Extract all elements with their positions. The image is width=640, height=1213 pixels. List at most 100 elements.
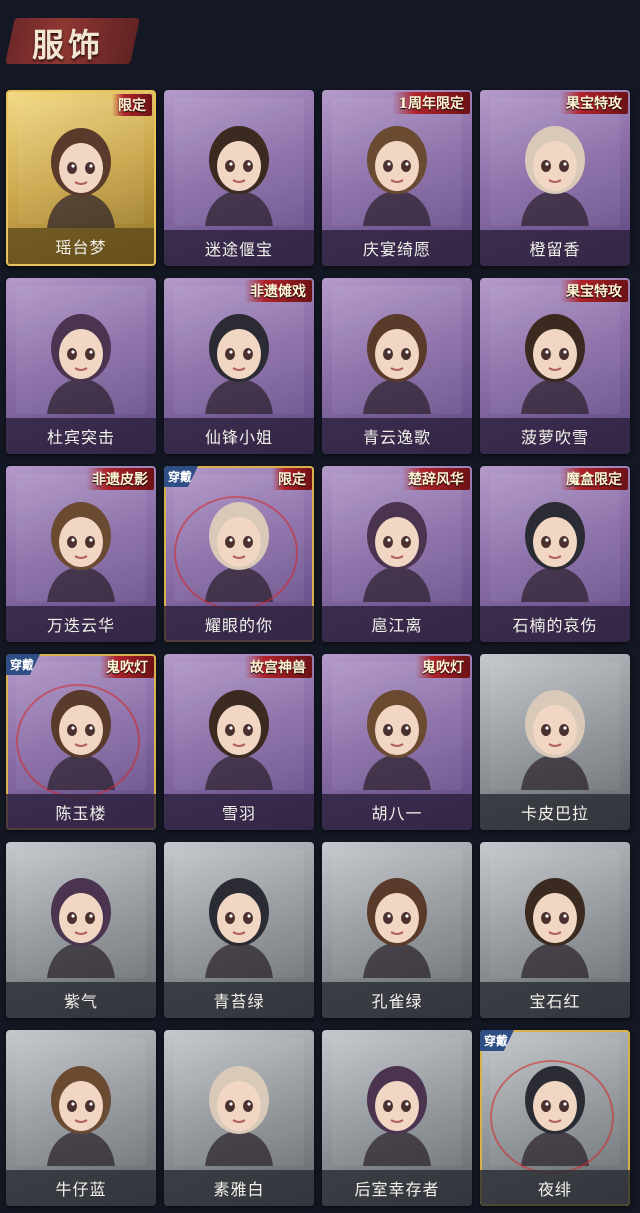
costume-card[interactable]: 魔盒限定石楠的哀伤 [480,466,630,642]
costume-card[interactable]: 牛仔蓝 [6,1030,156,1206]
costume-label-bar: 后室幸存者 [322,1170,472,1206]
costume-label-bar: 宝石红 [480,982,630,1018]
costume-name: 青苔绿 [213,992,265,1011]
costume-name: 仙锋小姐 [204,428,273,447]
costume-label-bar: 万迭云华 [6,606,156,642]
costume-name: 耀眼的你 [204,616,273,635]
character-portrait [521,878,589,978]
costume-name: 石楠的哀伤 [512,616,598,635]
costume-card[interactable]: 后室幸存者 [322,1030,472,1206]
costume-name: 杜宾突击 [46,428,115,447]
costume-label-bar: 仙锋小姐 [164,418,314,454]
costume-label-bar: 青云逸歌 [322,418,472,454]
costume-label-bar: 夜绯 [480,1170,630,1206]
page-title: 服饰 [32,26,105,64]
character-portrait [205,878,273,978]
costume-card[interactable]: 青苔绿 [164,842,314,1018]
costume-name: 牛仔蓝 [55,1180,107,1199]
worn-highlight-ring [490,1060,614,1174]
costume-name: 菠萝吹雪 [520,428,589,447]
worn-highlight-ring [16,684,140,798]
costume-label-bar: 耀眼的你 [164,606,314,642]
costume-name: 橙留香 [529,240,581,259]
character-portrait [521,502,589,602]
character-portrait [521,690,589,790]
costume-name: 夜绯 [537,1180,572,1199]
costume-card[interactable]: 素雅白 [164,1030,314,1206]
costume-card[interactable]: 果宝特攻菠萝吹雪 [480,278,630,454]
costume-name: 素雅白 [213,1180,265,1199]
costume-label-bar: 孔雀绿 [322,982,472,1018]
costume-label-bar: 胡八一 [322,794,472,830]
costume-card[interactable]: 紫气 [6,842,156,1018]
costume-badge: 鬼吹灯 [416,656,470,678]
costume-name: 万迭云华 [46,616,115,635]
character-portrait [205,314,273,414]
costume-card[interactable]: 孔雀绿 [322,842,472,1018]
costume-card[interactable]: 故宫神兽雪羽 [164,654,314,830]
costume-name: 庆宴绮愿 [362,240,431,259]
costume-label-bar: 杜宾突击 [6,418,156,454]
costume-card[interactable]: 果宝特攻橙留香 [480,90,630,266]
costume-card[interactable]: 杜宾突击 [6,278,156,454]
costume-name: 紫气 [63,992,98,1011]
costume-badge: 鬼吹灯 [100,656,154,678]
header: 服饰 [0,0,640,80]
costume-badge: 果宝特攻 [560,280,628,302]
costume-name: 青云逸歌 [362,428,431,447]
costume-label-bar: 雪羽 [164,794,314,830]
costume-label-bar: 石楠的哀伤 [480,606,630,642]
costume-grid: 限定 瑶台梦 迷途偃宝 1周年限定 庆宴绮愿 果宝特攻 橙留香 杜宾突击 非遗傩戏 仙锋小姐 青云逸… [6,90,636,1206]
costume-name: 迷途偃宝 [204,240,273,259]
character-portrait [363,1066,431,1166]
costume-card[interactable]: 1周年限定 庆宴绮愿 [322,90,472,266]
costume-badge: 楚辞风华 [402,468,470,490]
costume-card[interactable]: 宝石红 [480,842,630,1018]
costume-card[interactable]: 迷途偃宝 [164,90,314,266]
costume-name: 瑶台梦 [55,238,107,257]
character-portrait [363,502,431,602]
costume-card[interactable]: 青云逸歌 [322,278,472,454]
costume-name: 卡皮巴拉 [520,804,589,823]
costume-name: 扈江离 [371,616,423,635]
character-portrait [363,314,431,414]
costume-card[interactable]: 穿戴 夜绯 [480,1030,630,1206]
costume-card[interactable]: 楚辞风华扈江离 [322,466,472,642]
costume-name: 宝石红 [529,992,581,1011]
costume-card[interactable]: 非遗皮影万迭云华 [6,466,156,642]
character-portrait [47,128,115,228]
costume-badge: 限定 [272,468,312,490]
costume-card[interactable]: 穿戴 限定 耀眼的你 [164,466,314,642]
character-portrait [205,1066,273,1166]
costume-card[interactable]: 限定瑶台梦 [6,90,156,266]
costume-label-bar: 庆宴绮愿 [322,230,472,266]
character-portrait [47,1066,115,1166]
costume-label-bar: 陈玉楼 [6,794,156,830]
costume-label-bar: 紫气 [6,982,156,1018]
costume-badge: 故宫神兽 [244,656,312,678]
character-portrait [363,878,431,978]
character-portrait [205,690,273,790]
character-portrait [47,502,115,602]
character-portrait [363,126,431,226]
costume-badge: 非遗傩戏 [244,280,312,302]
costume-label-bar: 素雅白 [164,1170,314,1206]
costume-badge: 非遗皮影 [86,468,154,490]
character-portrait [521,126,589,226]
costume-name: 陈玉楼 [55,804,107,823]
worn-highlight-ring [174,496,298,610]
costume-card[interactable]: 卡皮巴拉 [480,654,630,830]
costume-badge: 魔盒限定 [560,468,628,490]
costume-label-bar: 迷途偃宝 [164,230,314,266]
costume-card[interactable]: 穿戴 鬼吹灯 陈玉楼 [6,654,156,830]
costume-card[interactable]: 鬼吹灯胡八一 [322,654,472,830]
costume-badge: 限定 [112,94,152,116]
costume-name: 胡八一 [371,804,423,823]
costume-label-bar: 卡皮巴拉 [480,794,630,830]
costume-label-bar: 瑶台梦 [8,228,154,264]
costume-name: 雪羽 [221,804,256,823]
costume-badge: 果宝特攻 [560,92,628,114]
character-portrait [363,690,431,790]
costume-label-bar: 菠萝吹雪 [480,418,630,454]
costume-card[interactable]: 非遗傩戏仙锋小姐 [164,278,314,454]
